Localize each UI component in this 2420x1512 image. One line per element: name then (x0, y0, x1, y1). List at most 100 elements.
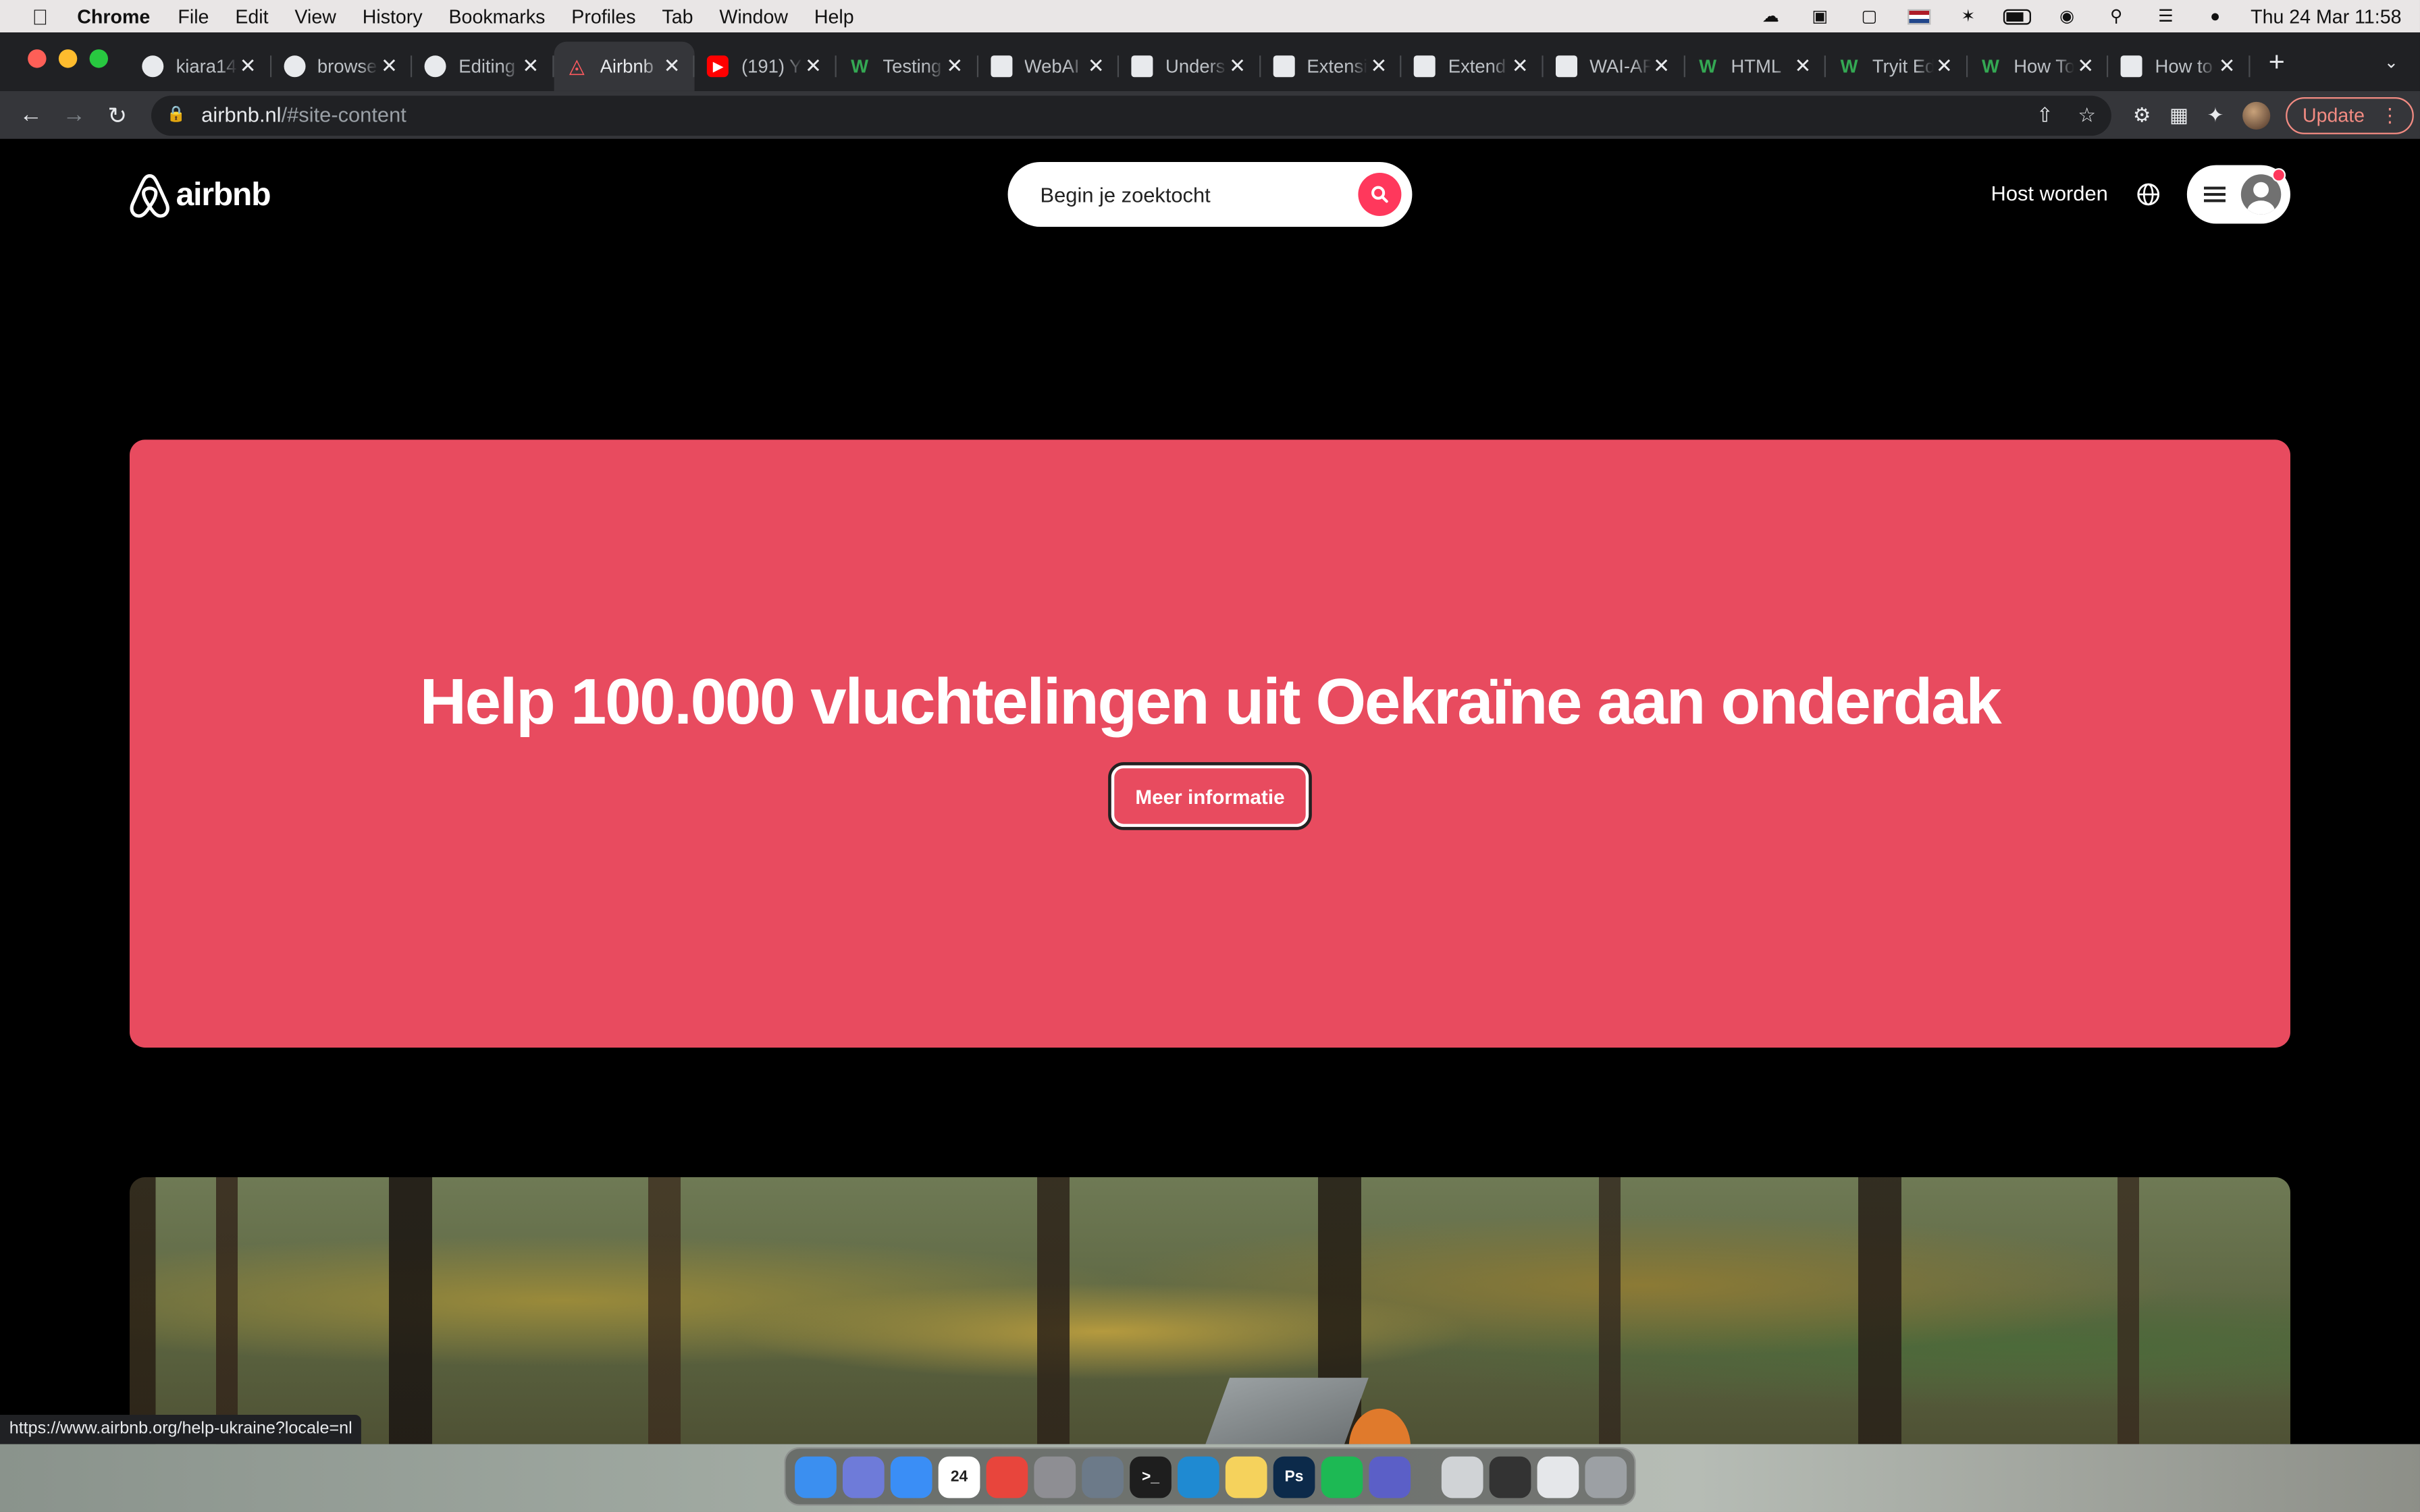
dock-finder-icon[interactable] (795, 1455, 837, 1498)
youtube-icon: ▶ (707, 55, 729, 78)
screen-share-icon[interactable]: ▣ (1806, 7, 1834, 26)
dock-notes-icon[interactable] (1225, 1455, 1267, 1498)
host-link[interactable]: Host worden (1991, 182, 2108, 205)
tab-2[interactable]: browse ✕ (271, 42, 412, 91)
display-icon[interactable]: ▢ (1856, 7, 1883, 26)
forward-arrow-icon[interactable]: → (53, 102, 96, 128)
close-tab-icon[interactable]: ✕ (1933, 54, 1955, 79)
dock-calendar-icon[interactable]: 24 (938, 1455, 980, 1498)
share-icon[interactable]: ⇧ (2036, 103, 2053, 128)
spotlight-search-icon[interactable]: ⚲ (2103, 7, 2130, 26)
dock-launchpad-icon[interactable] (842, 1455, 885, 1498)
minimize-window-button[interactable] (58, 49, 78, 68)
close-tab-icon[interactable]: ✕ (2075, 54, 2097, 79)
tab-11[interactable]: WAI-AF ✕ (1544, 42, 1685, 91)
menu-help[interactable]: Help (814, 5, 854, 27)
close-tab-icon[interactable]: ✕ (1368, 54, 1390, 79)
control-center-icon[interactable]: ☰ (2152, 7, 2180, 26)
dock-vscode-icon[interactable] (1177, 1455, 1219, 1498)
menu-window[interactable]: Window (719, 5, 788, 27)
extension-gear-icon[interactable]: ⚙ (2133, 103, 2151, 128)
reload-icon[interactable]: ↻ (96, 101, 139, 129)
wifi-icon[interactable]: ◉ (2053, 7, 2081, 26)
close-tab-icon[interactable]: ✕ (378, 54, 400, 79)
tab-6[interactable]: W Testing ✕ (837, 42, 978, 91)
tab-title: HTML (1731, 55, 1782, 78)
extension-film-icon[interactable]: ▦ (2169, 103, 2188, 128)
close-tab-icon[interactable]: ✕ (237, 54, 259, 79)
update-button[interactable]: Update ⋮ (2285, 96, 2414, 134)
apple-menu-icon[interactable]:  (25, 4, 56, 29)
dock-preview-icon[interactable] (1082, 1455, 1124, 1498)
tab-1[interactable]: kiara14 ✕ (130, 42, 271, 91)
tab-13[interactable]: W Tryit Ed ✕ (1826, 42, 1967, 91)
tab-5[interactable]: ▶ (191) Y ✕ (695, 42, 836, 91)
notification-dot (2271, 168, 2286, 182)
menu-history[interactable]: History (363, 5, 423, 27)
siri-icon[interactable]: ● (2201, 7, 2229, 25)
dock-system-preferences-icon[interactable] (1034, 1455, 1076, 1498)
bluetooth-icon[interactable]: ✶ (1954, 7, 1982, 26)
battery-icon[interactable] (2003, 7, 2032, 25)
tab-9[interactable]: Extensi ✕ (1261, 42, 1402, 91)
address-bar[interactable]: 🔒 airbnb.nl/#site-content ⇧ ☆ (151, 94, 2111, 135)
search-bar[interactable]: Begin je zoektocht (1007, 161, 1413, 227)
search-button[interactable] (1358, 172, 1402, 216)
tab-title: WAI-AF (1589, 55, 1651, 78)
close-tab-icon[interactable]: ✕ (1509, 54, 1531, 79)
tab-8[interactable]: Unders ✕ (1119, 42, 1260, 91)
menu-edit[interactable]: Edit (235, 5, 268, 27)
extensions-puzzle-icon[interactable]: ✦ (2207, 103, 2224, 128)
menu-bookmarks[interactable]: Bookmarks (448, 5, 545, 27)
menu-tab[interactable]: Tab (662, 5, 693, 27)
fullscreen-window-button[interactable] (89, 49, 108, 68)
close-tab-icon[interactable]: ✕ (520, 54, 542, 79)
dock-downloads-icon[interactable] (1441, 1455, 1483, 1498)
close-tab-icon[interactable]: ✕ (1085, 54, 1107, 79)
input-source-flag-icon[interactable] (1905, 7, 1932, 25)
airbnb-logo[interactable]: airbnb (130, 173, 271, 219)
profile-avatar[interactable] (2242, 101, 2270, 129)
dock-chrome-icon[interactable] (986, 1455, 1028, 1498)
tab-12[interactable]: W HTML ✕ (1685, 42, 1826, 91)
menu-view[interactable]: View (294, 5, 336, 27)
tab-15[interactable]: How to ✕ (2109, 42, 2250, 91)
dock-terminal-icon[interactable]: >_ (1130, 1455, 1172, 1498)
user-menu-button[interactable] (2186, 165, 2290, 224)
close-tab-icon[interactable]: ✕ (661, 54, 683, 79)
close-tab-icon[interactable]: ✕ (1651, 54, 1673, 79)
tab-14[interactable]: W How To ✕ (1968, 42, 2109, 91)
lock-icon[interactable]: 🔒 (167, 107, 186, 124)
close-tab-icon[interactable]: ✕ (1792, 54, 1814, 79)
dock-mail-icon[interactable] (890, 1455, 932, 1498)
tab-7[interactable]: WebAI ✕ (978, 42, 1119, 91)
menu-file[interactable]: File (178, 5, 209, 27)
tab-4[interactable]: ◬ Airbnb ✕ (554, 41, 695, 91)
back-arrow-icon[interactable]: ← (9, 102, 53, 128)
new-tab-button[interactable]: + (2269, 45, 2285, 78)
tab-3[interactable]: Editing ✕ (413, 42, 554, 91)
gear-icon (990, 55, 1012, 78)
creative-cloud-icon[interactable]: ☁ (1757, 7, 1785, 26)
dock-folder-icon[interactable] (1537, 1455, 1579, 1498)
bookmark-star-icon[interactable]: ☆ (2078, 103, 2096, 128)
close-tab-icon[interactable]: ✕ (944, 54, 966, 79)
tab-search-chevron-icon[interactable]: ⌄ (2384, 52, 2398, 72)
tab-strip: kiara14 ✕ browse ✕ Editing ✕ ◬ Airbnb ✕ ▶ (191) Y ✕… (0, 32, 2420, 91)
menu-profiles[interactable]: Profiles (571, 5, 635, 27)
language-globe-icon[interactable] (2136, 182, 2161, 215)
close-window-button[interactable] (28, 49, 47, 68)
w-icon: W (1981, 55, 1999, 78)
close-tab-icon[interactable]: ✕ (802, 54, 824, 79)
dock-photoshop-icon[interactable]: Ps (1273, 1455, 1315, 1498)
app-menu[interactable]: Chrome (77, 5, 150, 27)
menu-clock[interactable]: Thu 24 Mar 11:58 (2251, 5, 2401, 27)
dock-trash-icon[interactable] (1585, 1455, 1627, 1498)
dock-screenshot-icon[interactable] (1489, 1455, 1531, 1498)
more-info-button[interactable]: Meer informatie (1108, 762, 1312, 830)
dock-spotify-icon[interactable] (1321, 1455, 1363, 1498)
tab-10[interactable]: Extend ✕ (1402, 42, 1543, 91)
dock-teams-icon[interactable] (1369, 1455, 1411, 1498)
close-tab-icon[interactable]: ✕ (1227, 54, 1248, 79)
close-tab-icon[interactable]: ✕ (2216, 54, 2238, 79)
